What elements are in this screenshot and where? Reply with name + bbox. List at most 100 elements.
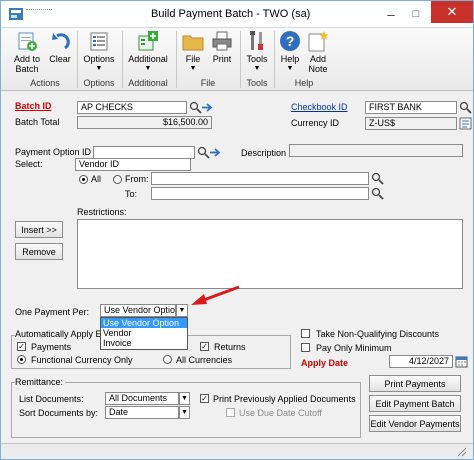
- additional-label: Additional: [128, 54, 168, 64]
- arrow-right-icon[interactable]: [201, 101, 214, 114]
- chevron-down-icon: ▼: [178, 307, 186, 314]
- help-button[interactable]: ? Help ▼: [277, 30, 303, 74]
- batch-total-label: Batch Total: [15, 117, 60, 127]
- group-tools: Tools: [246, 78, 268, 88]
- functional-currency-label: Functional Currency Only: [31, 355, 133, 365]
- chevron-down-icon: ▼: [189, 65, 197, 72]
- description-input[interactable]: [289, 144, 463, 157]
- apply-date-label: Apply Date: [301, 358, 349, 368]
- returns-checkbox[interactable]: ✓: [200, 342, 209, 351]
- file-label: File: [185, 54, 201, 64]
- restrictions-list[interactable]: [77, 219, 463, 289]
- print-button[interactable]: Print: [209, 30, 235, 64]
- currency-id-label: Currency ID: [291, 118, 340, 128]
- add-to-batch-icon: [18, 32, 37, 51]
- batch-total-value: $16,500.00: [77, 116, 212, 129]
- clear-button[interactable]: Clear: [47, 30, 73, 64]
- list-documents-label: List Documents:: [19, 394, 84, 404]
- group-help: Help: [294, 78, 314, 88]
- pay-only-minimum-checkbox[interactable]: [301, 343, 310, 352]
- dropdown-option[interactable]: Invoice: [101, 338, 187, 348]
- restrictions-label: Restrictions:: [77, 207, 127, 217]
- file-button[interactable]: File ▼: [180, 30, 206, 74]
- payments-label: Payments: [31, 342, 72, 352]
- returns-label: Returns: [214, 342, 246, 352]
- use-due-date-label: Use Due Date Cutoff: [239, 408, 322, 418]
- group-actions: Actions: [30, 78, 60, 88]
- edit-vendor-payments-button[interactable]: Edit Vendor Payments: [369, 415, 461, 432]
- tools-button[interactable]: Tools ▼: [244, 30, 270, 74]
- arrow-right-icon[interactable]: [209, 146, 222, 159]
- tools-label: Tools: [246, 54, 268, 64]
- printer-icon: [212, 31, 232, 51]
- undo-icon: [52, 33, 70, 50]
- title-bar: Build Payment Batch - TWO (sa) – □ ✕: [1, 1, 473, 28]
- one-payment-per-select[interactable]: Use Vendor Option: [100, 304, 176, 317]
- select-label: Select:: [15, 159, 43, 169]
- one-payment-per-dropdown[interactable]: Use Vendor Option Vendor Invoice: [100, 317, 188, 350]
- list-documents-dropdown-button[interactable]: ▼: [179, 392, 190, 405]
- help-label: Help: [280, 54, 300, 64]
- from-label: From:: [125, 174, 149, 184]
- group-file: File: [200, 78, 216, 88]
- close-button[interactable]: ✕: [431, 1, 473, 23]
- chevron-down-icon: ▼: [181, 395, 188, 402]
- currency-expansion-icon[interactable]: [459, 117, 472, 130]
- batch-id-label[interactable]: Batch ID: [15, 101, 52, 111]
- print-previously-applied-label: Print Previously Applied Documents: [213, 394, 356, 404]
- print-payments-button[interactable]: Print Payments: [369, 375, 461, 392]
- add-note-button[interactable]: Add Note: [305, 30, 331, 74]
- options-button[interactable]: Options ▼: [81, 30, 117, 74]
- lookup-icon[interactable]: [459, 101, 472, 114]
- insert-button[interactable]: Insert >>: [15, 221, 63, 238]
- from-input[interactable]: [151, 172, 369, 185]
- sort-documents-dropdown-button[interactable]: ▼: [179, 406, 190, 419]
- all-radio[interactable]: [79, 175, 88, 184]
- chevron-down-icon: ▼: [95, 65, 103, 72]
- additional-button[interactable]: Additional ▼: [125, 30, 171, 74]
- add-to-batch-button[interactable]: Add to Batch: [9, 30, 45, 74]
- checkbook-id-input[interactable]: FIRST BANK: [365, 101, 457, 114]
- take-nonqualifying-checkbox[interactable]: [301, 329, 310, 338]
- lookup-icon[interactable]: [371, 172, 384, 185]
- pay-only-minimum-label: Pay Only Minimum: [316, 343, 392, 353]
- window-title: Build Payment Batch - TWO (sa): [151, 8, 311, 20]
- all-currencies-radio[interactable]: [163, 355, 172, 364]
- functional-currency-radio[interactable]: [17, 355, 26, 364]
- ribbon-toolbar: Add to Batch Clear Actions Options ▼ Opt…: [1, 28, 473, 91]
- calendar-icon[interactable]: [455, 355, 468, 368]
- batch-id-input[interactable]: AP CHECKS: [77, 101, 187, 114]
- checkbook-id-label[interactable]: Checkbook ID: [291, 102, 348, 112]
- one-payment-per-label: One Payment Per:: [15, 307, 90, 317]
- all-currencies-label: All Currencies: [176, 355, 233, 365]
- payment-option-label: Payment Option ID: [15, 147, 92, 157]
- remove-button[interactable]: Remove: [15, 243, 63, 260]
- from-radio[interactable]: [113, 175, 122, 184]
- sort-documents-select[interactable]: Date: [105, 406, 179, 419]
- payments-checkbox[interactable]: ✓: [17, 342, 26, 351]
- maximize-button[interactable]: □: [404, 4, 428, 24]
- lookup-icon[interactable]: [371, 187, 384, 200]
- additional-icon: [138, 31, 158, 51]
- minimize-icon: –: [387, 6, 395, 22]
- apply-date-input[interactable]: 4/12/2027: [389, 355, 453, 368]
- chevron-down-icon: ▼: [253, 65, 261, 72]
- dropdown-option[interactable]: Vendor: [101, 328, 187, 338]
- svg-text:?: ?: [286, 33, 295, 49]
- app-icon: [9, 8, 23, 20]
- list-documents-select[interactable]: All Documents: [105, 392, 179, 405]
- currency-id-value: Z-US$: [365, 117, 457, 130]
- use-due-date-checkbox[interactable]: [226, 408, 235, 417]
- dropdown-option[interactable]: Use Vendor Option: [101, 318, 187, 328]
- minimize-button[interactable]: –: [379, 4, 403, 24]
- edit-payment-batch-button[interactable]: Edit Payment Batch: [369, 395, 461, 412]
- select-field[interactable]: Vendor ID: [75, 158, 191, 171]
- chevron-down-icon: ▼: [144, 65, 152, 72]
- resize-grip-icon[interactable]: [455, 445, 468, 458]
- description-label: Description: [241, 148, 287, 158]
- print-previously-applied-checkbox[interactable]: ✓: [200, 394, 209, 403]
- to-input[interactable]: [151, 187, 369, 200]
- status-bar: [1, 443, 473, 459]
- group-additional: Additional: [128, 78, 168, 88]
- build-payment-batch-window: Build Payment Batch - TWO (sa) – □ ✕ Add…: [0, 0, 474, 460]
